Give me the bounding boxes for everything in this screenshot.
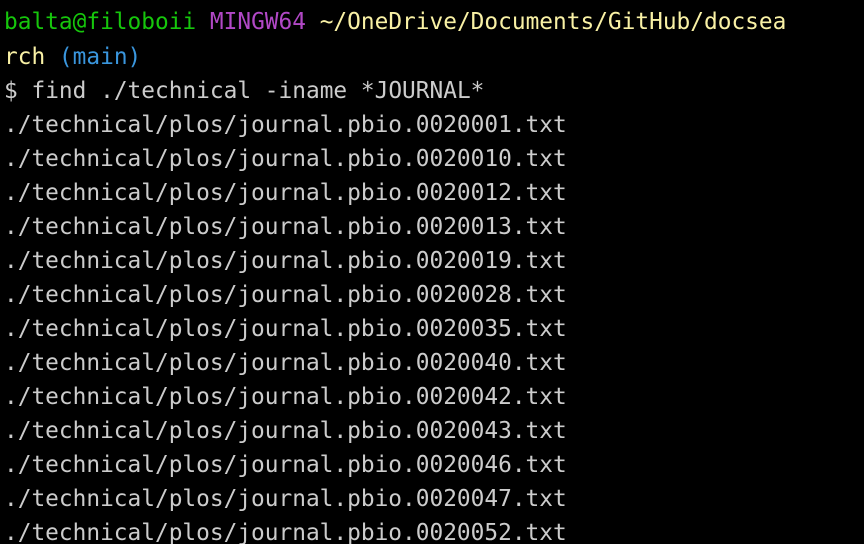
prompt-line-continued: rch (main) bbox=[4, 40, 141, 74]
prompt-system: MINGW64 bbox=[209, 9, 306, 35]
prompt-branch: (main) bbox=[58, 44, 142, 70]
output-line: ./technical/plos/journal.pbio.0020042.tx… bbox=[4, 384, 567, 410]
prompt-symbol: $ bbox=[4, 78, 18, 104]
output-line: ./technical/plos/journal.pbio.0020028.tx… bbox=[4, 282, 567, 308]
prompt-path: ~/OneDrive/Documents/GitHub/docsea bbox=[319, 9, 787, 35]
output-line: ./technical/plos/journal.pbio.0020046.tx… bbox=[4, 452, 567, 478]
output-line: ./technical/plos/journal.pbio.0020013.tx… bbox=[4, 214, 567, 240]
prompt-line: balta@filoboii MINGW64 ~/OneDrive/Docume… bbox=[4, 5, 786, 39]
command-text: find ./technical -iname *JOURNAL* bbox=[31, 78, 485, 104]
prompt-user-host: balta@filoboii bbox=[4, 9, 197, 35]
prompt-path-wrap: rch bbox=[4, 44, 46, 70]
output-line: ./technical/plos/journal.pbio.0020047.tx… bbox=[4, 486, 567, 512]
output-line: ./technical/plos/journal.pbio.0020040.tx… bbox=[4, 350, 567, 376]
output-line: ./technical/plos/journal.pbio.0020035.tx… bbox=[4, 316, 567, 342]
output-line: ./technical/plos/journal.pbio.0020043.tx… bbox=[4, 418, 567, 444]
output-line: ./technical/plos/journal.pbio.0020010.tx… bbox=[4, 146, 567, 172]
output-line: ./technical/plos/journal.pbio.0020019.tx… bbox=[4, 248, 567, 274]
command-line[interactable]: $ find ./technical -iname *JOURNAL* bbox=[4, 74, 484, 108]
output-line: ./technical/plos/journal.pbio.0020012.tx… bbox=[4, 180, 567, 206]
output-line: ./technical/plos/journal.pbio.0020001.tx… bbox=[4, 112, 567, 138]
output-line: ./technical/plos/journal.pbio.0020052.tx… bbox=[4, 520, 567, 544]
terminal-window[interactable]: balta@filoboii MINGW64 ~/OneDrive/Docume… bbox=[0, 0, 864, 544]
